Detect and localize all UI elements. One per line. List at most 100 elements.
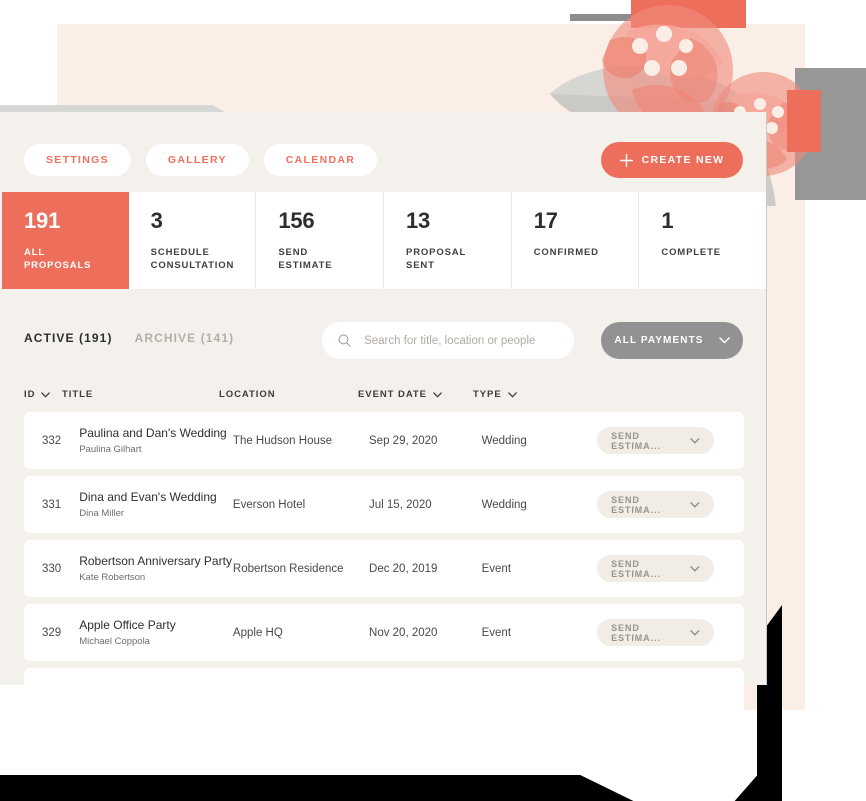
row-location: Everson Hotel: [232, 498, 306, 511]
stat-label: SCHEDULE CONSULTATION: [151, 246, 243, 273]
column-header-id[interactable]: ID: [24, 389, 62, 400]
stat-label-line1: CONFIRMED: [533, 247, 599, 258]
column-header-event-date[interactable]: EVENT DATE: [358, 389, 473, 400]
table-row[interactable]: 332 Paulina and Dan's Wedding Paulina Gi…: [24, 412, 744, 469]
stat-label: CONFIRMED: [534, 246, 626, 259]
stats-row: 191 ALL PROPOSALS 3 SCHEDULE CONSULTATIO…: [2, 192, 766, 289]
chevron-down-icon: [690, 501, 700, 508]
row-action-label: SEND ESTIMA...: [611, 430, 661, 451]
stat-label-line2: ESTIMATE: [278, 260, 333, 272]
row-action-button[interactable]: SEND ESTIMA...: [597, 619, 715, 646]
create-new-label: CREATE NEW: [641, 154, 725, 166]
stat-value: 156: [278, 208, 315, 233]
payments-filter-label: ALL PAYMENTS: [614, 335, 704, 346]
row-type: Event: [481, 626, 512, 639]
row-type: Event: [481, 562, 512, 575]
row-title: Apple Office Party: [79, 618, 176, 632]
nav-pill-calendar[interactable]: CALENDAR: [263, 144, 378, 176]
column-header-id-label: ID: [24, 389, 36, 400]
stat-value: 1: [661, 208, 674, 233]
create-new-button[interactable]: CREATE NEW: [601, 142, 743, 178]
search-box[interactable]: [322, 322, 574, 359]
tab-active[interactable]: ACTIVE (191): [24, 331, 113, 345]
column-header-type[interactable]: TYPE: [473, 389, 591, 400]
stat-card-complete[interactable]: 1 COMPLETE: [639, 192, 766, 289]
row-action-button[interactable]: SEND ESTIMA...: [597, 491, 715, 518]
chevron-down-icon: [718, 337, 730, 344]
list-filter-tabs: ACTIVE (191) ARCHIVE (141): [24, 331, 234, 345]
stat-label: COMPLETE: [661, 246, 753, 259]
search-input[interactable]: [362, 333, 558, 348]
row-action-cell: SEND ESTIMA...: [597, 555, 744, 582]
stat-label-line1: PROPOSAL: [406, 247, 467, 258]
table-row[interactable]: 329 Apple Office Party Michael Coppola A…: [24, 604, 744, 661]
nav-pill-row: SETTINGS GALLERY CALENDAR: [24, 144, 378, 176]
row-action-label: SEND ESTIMA...: [611, 494, 661, 515]
stat-label-line1: SCHEDULE: [150, 247, 210, 258]
row-title-cell: Paulina and Dan's Wedding Paulina Gilhar…: [79, 426, 233, 455]
chevron-down-icon: [690, 629, 700, 636]
row-person: Kate Robertson: [79, 572, 146, 583]
stat-card-schedule-consultation[interactable]: 3 SCHEDULE CONSULTATION: [129, 192, 257, 289]
tab-archive[interactable]: ARCHIVE (141): [135, 331, 235, 345]
stat-card-send-estimate[interactable]: 156 SEND ESTIMATE: [256, 192, 385, 289]
column-header-title-label: TITLE: [62, 389, 94, 400]
stat-label-line2: SENT: [406, 260, 435, 272]
column-header-location: LOCATION: [219, 389, 358, 400]
row-event-date: Nov 20, 2020: [369, 626, 438, 639]
decorative-coral-block-right-inner: [787, 90, 804, 125]
table-row-partial[interactable]: [24, 668, 744, 725]
row-id: 332: [42, 434, 62, 447]
stat-value: 13: [406, 208, 431, 233]
row-id: 331: [42, 498, 62, 511]
row-person: Dina Miller: [79, 508, 125, 519]
stat-card-confirmed[interactable]: 17 CONFIRMED: [512, 192, 640, 289]
row-action-label: SEND ESTIMA...: [611, 558, 661, 579]
nav-pill-gallery[interactable]: GALLERY: [145, 144, 249, 176]
proposal-list: 332 Paulina and Dan's Wedding Paulina Gi…: [24, 412, 744, 725]
stat-card-proposal-sent[interactable]: 13 PROPOSAL SENT: [384, 192, 512, 289]
row-person: Paulina Gilhart: [79, 444, 142, 455]
nav-pill-settings[interactable]: SETTINGS: [24, 144, 131, 176]
plus-icon: [619, 153, 633, 167]
stat-label: SEND ESTIMATE: [278, 246, 370, 273]
row-event-date: Sep 29, 2020: [369, 434, 438, 447]
table-row[interactable]: 330 Robertson Anniversary Party Kate Rob…: [24, 540, 744, 597]
stat-label-line1: SEND: [278, 247, 309, 258]
row-action-button[interactable]: SEND ESTIMA...: [597, 555, 715, 582]
row-title-cell: Apple Office Party Michael Coppola: [79, 618, 233, 647]
shadow-bottom-right: [734, 775, 782, 801]
stat-value: 17: [533, 208, 558, 233]
row-id: 329: [42, 626, 62, 639]
row-id: 330: [42, 562, 62, 575]
stat-label-line1: ALL: [24, 247, 46, 258]
row-title-cell: Dina and Evan's Wedding Dina Miller: [79, 490, 233, 519]
row-action-label: SEND ESTIMA...: [611, 622, 661, 643]
stat-card-all-proposals[interactable]: 191 ALL PROPOSALS: [2, 192, 129, 289]
row-action-cell: SEND ESTIMA...: [597, 619, 744, 646]
row-location: The Hudson House: [232, 434, 333, 447]
row-event-date: Dec 20, 2019: [369, 562, 438, 575]
row-action-button[interactable]: SEND ESTIMA...: [597, 427, 715, 454]
row-title-cell: Robertson Anniversary Party Kate Roberts…: [79, 554, 233, 583]
stat-label-line2: CONSULTATION: [150, 260, 235, 272]
column-header-type-label: TYPE: [473, 389, 502, 400]
row-location: Apple HQ: [232, 626, 283, 639]
shadow-bottom: [0, 775, 634, 801]
nav-pill-gallery-label: GALLERY: [167, 154, 227, 166]
column-header-event-date-label: EVENT DATE: [358, 389, 427, 400]
nav-pill-settings-label: SETTINGS: [46, 154, 109, 166]
search-icon: [338, 334, 351, 347]
stat-label-line2: PROPOSALS: [24, 260, 92, 272]
row-type: Wedding: [481, 498, 527, 511]
row-title: Dina and Evan's Wedding: [79, 490, 217, 504]
column-header-location-label: LOCATION: [219, 389, 276, 400]
chevron-down-icon: [41, 391, 51, 398]
table-row[interactable]: 331 Dina and Evan's Wedding Dina Miller …: [24, 476, 744, 533]
row-type: Wedding: [481, 434, 527, 447]
column-header-title: TITLE: [62, 389, 219, 400]
row-location: Robertson Residence: [232, 562, 344, 575]
row-event-date: Jul 15, 2020: [369, 498, 432, 511]
payments-filter-button[interactable]: ALL PAYMENTS: [601, 322, 743, 359]
chevron-down-icon: [507, 391, 517, 398]
